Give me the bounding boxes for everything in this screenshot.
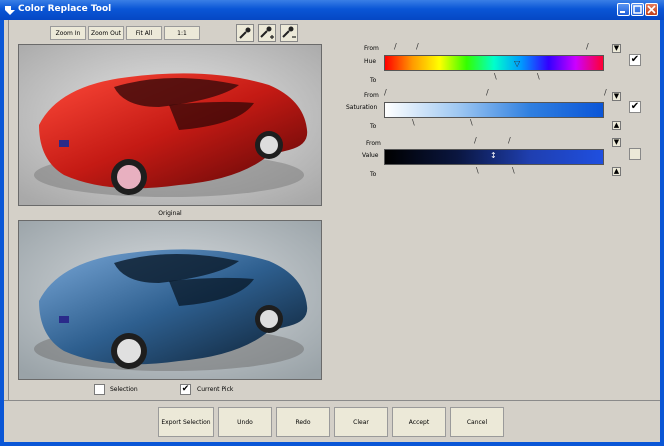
saturation-from-handle[interactable]: / — [384, 88, 387, 97]
saturation-from-label: From — [364, 92, 379, 99]
eyedropper-minus-icon — [282, 26, 296, 38]
value-down-button[interactable]: ▼ — [612, 138, 621, 147]
result-car-illustration — [19, 221, 321, 379]
maximize-button[interactable] — [631, 3, 644, 16]
bottom-separator — [4, 400, 660, 401]
saturation-to-handle[interactable]: \ — [412, 118, 415, 127]
eyedropper-plus-icon — [260, 26, 274, 39]
undo-button[interactable]: Undo — [218, 407, 272, 437]
saturation-to-label: To — [370, 123, 377, 130]
value-marker[interactable]: ↕ — [490, 151, 497, 160]
redo-button[interactable]: Redo — [276, 407, 330, 437]
hue-from-handle[interactable]: / — [394, 42, 397, 51]
hue-down-button[interactable]: ▼ — [612, 44, 621, 53]
original-caption: Original — [158, 210, 182, 217]
current-pick-label: Current Pick — [197, 386, 234, 393]
result-image[interactable] — [18, 220, 322, 380]
eyedropper-remove-button[interactable] — [280, 24, 298, 42]
eyedropper-icon — [239, 27, 251, 39]
value-enable-checkbox[interactable] — [629, 148, 641, 160]
hue-label: Hue — [364, 58, 377, 65]
zoom-out-button[interactable]: Zoom Out — [88, 26, 124, 40]
original-image[interactable] — [18, 44, 322, 206]
saturation-label: Saturation — [346, 104, 378, 111]
hue-enable-checkbox[interactable]: ✔ — [629, 54, 641, 66]
saturation-enable-checkbox[interactable]: ✔ — [629, 101, 641, 113]
window-border-bottom — [0, 442, 664, 446]
zoom-in-button[interactable]: Zoom In — [50, 26, 86, 40]
cancel-button[interactable]: Cancel — [450, 407, 504, 437]
selection-label: Selection — [110, 386, 138, 393]
value-label: Value — [362, 152, 379, 159]
color-replace-window: Color Replace Tool Zoom In Zoom Out Fit … — [0, 0, 664, 446]
accept-button[interactable]: Accept — [392, 407, 446, 437]
eyedropper-button[interactable] — [236, 24, 254, 42]
hue-from-label: From — [364, 45, 379, 52]
hue-to-handle[interactable]: \ — [494, 72, 497, 81]
window-title: Color Replace Tool — [18, 4, 112, 14]
close-icon — [647, 5, 656, 14]
controls-panel — [334, 20, 660, 400]
title-bar: Color Replace Tool — [0, 0, 664, 20]
hue-from-handle-3[interactable]: / — [586, 42, 589, 51]
hue-slider[interactable] — [384, 55, 604, 71]
saturation-from-handle-2[interactable]: / — [486, 88, 489, 97]
saturation-slider[interactable] — [384, 102, 604, 118]
saturation-from-handle-3[interactable]: / — [604, 88, 607, 97]
current-pick-checkbox[interactable]: ✔ — [180, 384, 191, 395]
hue-to-handle-2[interactable]: \ — [537, 72, 540, 81]
minimize-button[interactable] — [617, 3, 630, 16]
color-replace-icon — [5, 6, 15, 15]
close-button[interactable] — [645, 3, 658, 16]
value-to-label: To — [370, 171, 377, 178]
value-from-handle-2[interactable]: / — [508, 136, 511, 145]
value-to-handle[interactable]: \ — [476, 166, 479, 175]
value-from-handle[interactable]: / — [474, 136, 477, 145]
value-up-button[interactable]: ▲ — [612, 167, 621, 176]
minimize-icon — [620, 11, 625, 13]
value-from-label: From — [366, 140, 381, 147]
saturation-to-handle-2[interactable]: \ — [470, 118, 473, 127]
selection-checkbox[interactable] — [94, 384, 105, 395]
one-to-one-button[interactable]: 1:1 — [164, 26, 200, 40]
saturation-down-button[interactable]: ▼ — [612, 92, 621, 101]
maximize-icon — [633, 5, 642, 14]
hue-to-label: To — [370, 77, 377, 84]
value-to-handle-2[interactable]: \ — [512, 166, 515, 175]
eyedropper-add-button[interactable] — [258, 24, 276, 42]
panel-divider-left — [8, 20, 9, 400]
export-selection-button[interactable]: Export Selection — [158, 407, 214, 437]
window-border-right — [660, 20, 664, 446]
clear-button[interactable]: Clear — [334, 407, 388, 437]
hue-marker[interactable]: ▽ — [514, 59, 520, 68]
window-border-left — [0, 20, 4, 446]
original-car-illustration — [19, 45, 321, 205]
hue-from-handle-2[interactable]: / — [416, 42, 419, 51]
fit-all-button[interactable]: Fit All — [126, 26, 162, 40]
saturation-up-button[interactable]: ▲ — [612, 121, 621, 130]
